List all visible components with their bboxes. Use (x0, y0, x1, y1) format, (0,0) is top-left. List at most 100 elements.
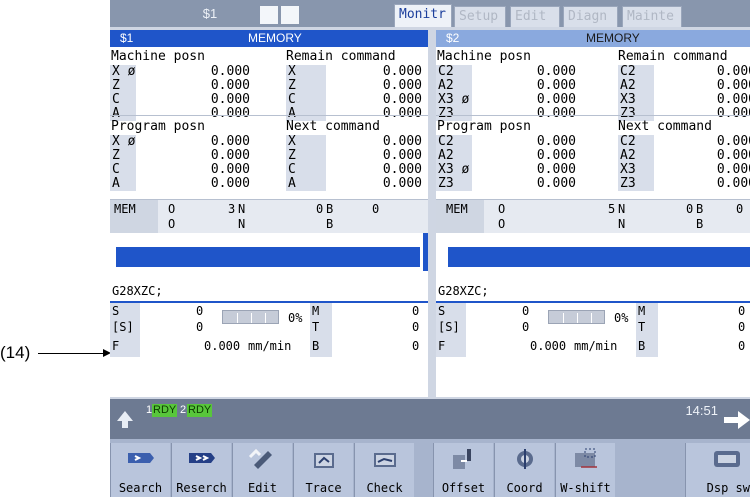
w-shift-icon (575, 448, 597, 468)
axis-label: A2 (436, 149, 472, 163)
next-command-title: Next command (618, 119, 712, 134)
clock: 14:51 (685, 403, 718, 418)
spindle-feed-block: S 0 [S] 0 0% M 0 T 0 F 0.000 mm/min B 0 (110, 301, 428, 357)
program-status-row: MEM O 5 N 0 B 0 O N B (436, 199, 750, 233)
axis-label: X (286, 65, 326, 79)
spindle-feed-block: S 0 [S] 0 0% M 0 T 0 F 0.000 mm/min B 0 (436, 301, 750, 357)
f-label: F (112, 339, 120, 353)
axis-label: A2 (436, 79, 472, 93)
search-button[interactable]: Search (110, 443, 170, 497)
trace-button[interactable]: Trace (293, 443, 353, 497)
s-value: 0 (522, 304, 530, 318)
w-shift-button[interactable]: W-shift (555, 443, 615, 497)
position-block-bottom: Program posn Next command C2 0.000 C2 0.000… (436, 115, 750, 199)
axis-value: 0.000 (716, 64, 750, 79)
b-value: 0 (412, 339, 420, 353)
coord-button[interactable]: Coord (494, 443, 554, 497)
axis-label: Z3 (436, 177, 472, 191)
axis-value: 0.000 (382, 162, 422, 177)
axis-row: Z 0.000 Z 0.000 (110, 79, 428, 93)
b-label: B (326, 217, 334, 231)
b-value: 0 (372, 202, 380, 216)
edit-label: Edit (248, 481, 277, 495)
b-label: B (638, 339, 646, 353)
o-value: 5 (608, 202, 616, 216)
n-label: N (238, 217, 246, 231)
axis-value: 0.000 (716, 134, 750, 149)
callout-label: (14) (0, 343, 31, 362)
check-button[interactable]: Check (354, 443, 414, 497)
spindle-load-gauge (222, 310, 279, 324)
axis-label: A2 (618, 79, 654, 93)
load-percent: 0% (614, 311, 629, 325)
axis-value: 0.000 (536, 92, 576, 107)
axis-label: X ø (110, 64, 136, 79)
system-indicator-box (260, 6, 278, 24)
trace-label: Trace (305, 481, 342, 495)
axis-label: Z3 (618, 177, 654, 191)
edit-button[interactable]: Edit (232, 443, 292, 497)
tab-monitor[interactable]: Monitr (394, 4, 452, 27)
axis-label: C (110, 93, 136, 107)
b-value: 0 (738, 339, 746, 353)
axis-value: 0.000 (382, 134, 422, 149)
axis-label: A2 (618, 149, 654, 163)
return-icon[interactable] (114, 407, 136, 429)
mem-label: MEM (446, 202, 468, 216)
t-label: T (638, 320, 646, 334)
current-block-highlight (448, 247, 750, 267)
s-bracket-value: 0 (196, 320, 204, 334)
s-bracket-value: 0 (522, 320, 530, 334)
axis-row: C 0.000 C 0.000 (110, 93, 428, 107)
program-posn-title: Program posn (437, 119, 531, 134)
display-switch-button[interactable]: Dsp sw (685, 443, 750, 497)
program-display (110, 233, 428, 281)
m-label: M (312, 304, 320, 318)
axis-value: 0.000 (536, 64, 576, 79)
s-bracket-label: [S] (438, 320, 460, 334)
system2-panel[interactable]: $2 MEMORY Machine posn Remain command C2… (436, 30, 750, 397)
axis-value: 0.000 (382, 148, 422, 163)
ready-2-number: 2 (180, 404, 187, 416)
o-label: O (168, 202, 176, 216)
tab-maintenance[interactable]: Mainte (622, 6, 682, 27)
axis-value: 0.000 (382, 64, 422, 79)
axis-label: C2 (618, 65, 654, 79)
axis-label: C2 (436, 135, 472, 149)
n-label: N (618, 202, 626, 216)
axis-value: 0.000 (536, 176, 576, 191)
axis-value: 0.000 (536, 162, 576, 177)
axis-label: Z (110, 149, 136, 163)
function-key-bar: Search Reserch Edit Trace Check Offset C… (110, 439, 750, 497)
tab-diagnosis[interactable]: Diagn (563, 6, 618, 27)
axis-label: C (286, 163, 326, 177)
s-label: S (112, 304, 120, 318)
axis-label: C (110, 163, 136, 177)
axis-label: X3 ø (436, 163, 472, 177)
offset-button[interactable]: Offset (433, 443, 493, 497)
n-label: N (238, 202, 246, 216)
tab-edit[interactable]: Edit (510, 6, 560, 27)
panel-mode-label: MEMORY (248, 31, 302, 45)
panel-header: $2 MEMORY (436, 30, 750, 47)
system1-panel[interactable]: $1 MEMORY Machine posn Remain command X … (110, 30, 428, 397)
m-label: M (638, 304, 646, 318)
t-label: T (312, 320, 320, 334)
axis-value: 0.000 (716, 92, 750, 107)
axis-row: C2 0.000 C2 0.000 (436, 135, 750, 149)
research-icon (189, 453, 215, 463)
gcode-line: G28XZC; (438, 284, 489, 298)
b-label: B (312, 339, 320, 353)
spindle-load-gauge (548, 310, 605, 324)
tab-setup[interactable]: Setup (454, 6, 506, 27)
machine-posn-title: Machine posn (111, 49, 205, 64)
axis-value: 0.000 (382, 78, 422, 93)
axis-value: 0.000 (536, 134, 576, 149)
research-button[interactable]: Reserch (171, 443, 231, 497)
axis-label: Z (110, 79, 136, 93)
top-bar: $1 Monitr Setup Edit Diagn Mainte (110, 0, 750, 27)
scroll-thumb[interactable] (423, 233, 428, 271)
next-menu-arrow-icon[interactable] (724, 411, 750, 429)
axis-row: X3 ø 0.000 X3 0.000 (436, 163, 750, 177)
axis-value: 0.000 (210, 134, 250, 149)
